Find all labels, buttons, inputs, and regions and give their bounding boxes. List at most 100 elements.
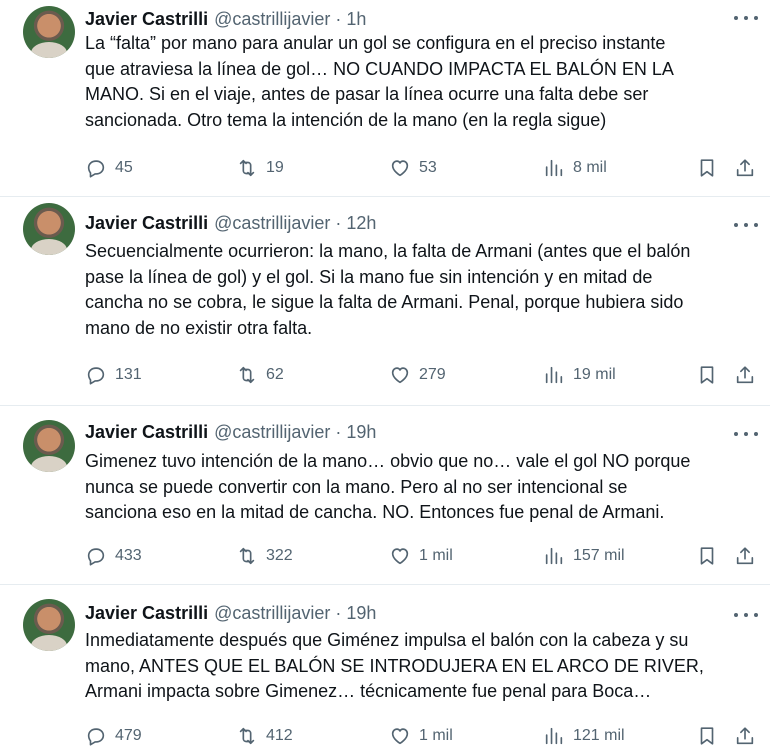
author-handle[interactable]: @castrillijavier: [214, 9, 330, 30]
bookmark-icon: [700, 366, 714, 384]
share-button[interactable]: [734, 154, 756, 182]
tweet-actions: 433 322 1 mil 157 mil: [0, 542, 770, 570]
separator: ·: [335, 421, 342, 442]
reply-icon: [87, 367, 105, 385]
views-button[interactable]: 157 mil: [543, 542, 625, 570]
like-count: 1 mil: [419, 547, 453, 564]
retweet-count: 19: [266, 159, 284, 176]
tweet-text: La “falta” por mano para anular un gol s…: [85, 33, 674, 130]
retweet-button[interactable]: 322: [236, 542, 293, 570]
like-button[interactable]: 279: [389, 361, 446, 389]
tweet[interactable]: Javier Castrilli @castrillijavier · 1h L…: [0, 0, 770, 197]
bookmark-button[interactable]: [696, 361, 718, 389]
like-count: 1 mil: [419, 727, 453, 744]
separator: ·: [335, 602, 342, 623]
reply-count: 131: [115, 366, 142, 383]
reply-button[interactable]: 131: [85, 361, 142, 389]
timestamp[interactable]: 12h: [346, 213, 376, 234]
more-icon[interactable]: [734, 10, 758, 26]
like-button[interactable]: 1 mil: [389, 722, 453, 750]
author-name[interactable]: Javier Castrilli: [85, 213, 208, 234]
share-button[interactable]: [734, 722, 756, 750]
views-icon: [545, 727, 563, 745]
share-button[interactable]: [734, 542, 756, 570]
heart-icon: [391, 160, 409, 177]
views-icon: [545, 366, 563, 384]
timestamp[interactable]: 19h: [346, 422, 376, 443]
share-icon: [736, 727, 754, 745]
author-handle[interactable]: @castrillijavier: [214, 422, 330, 443]
like-button[interactable]: 53: [389, 154, 437, 182]
tweet[interactable]: Javier Castrilli @castrillijavier · 19h …: [0, 585, 770, 746]
retweet-icon: [239, 366, 255, 384]
retweet-count: 62: [266, 366, 284, 383]
tweet-text: Secuencialmente ocurrieron: la mano, la …: [85, 241, 691, 338]
view-count: 19 mil: [573, 366, 616, 383]
retweet-icon: [239, 159, 255, 177]
tweet-header: Javier Castrilli @castrillijavier · 19h: [85, 420, 376, 444]
separator: ·: [335, 212, 342, 233]
author-name[interactable]: Javier Castrilli: [85, 422, 208, 443]
share-icon: [736, 159, 754, 177]
views-icon: [545, 159, 563, 177]
bookmark-icon: [700, 727, 714, 745]
reply-button[interactable]: 479: [85, 722, 142, 750]
tweet-text: Gimenez tuvo intención de la mano… obvio…: [85, 451, 691, 522]
more-icon[interactable]: [734, 426, 758, 442]
avatar[interactable]: [23, 420, 75, 472]
bookmark-button[interactable]: [696, 722, 718, 750]
timestamp[interactable]: 19h: [346, 603, 376, 624]
bookmark-icon: [700, 159, 714, 177]
like-count: 53: [419, 159, 437, 176]
reply-count: 433: [115, 547, 142, 564]
retweet-count: 412: [266, 727, 293, 744]
avatar[interactable]: [23, 6, 75, 58]
like-button[interactable]: 1 mil: [389, 542, 453, 570]
retweet-icon: [239, 727, 255, 745]
like-count: 279: [419, 366, 446, 383]
author-handle[interactable]: @castrillijavier: [214, 603, 330, 624]
more-icon[interactable]: [734, 607, 758, 623]
share-icon: [736, 366, 754, 384]
reply-button[interactable]: 45: [85, 154, 133, 182]
views-button[interactable]: 19 mil: [543, 361, 616, 389]
author-name[interactable]: Javier Castrilli: [85, 603, 208, 624]
more-icon[interactable]: [734, 217, 758, 233]
views-button[interactable]: 121 mil: [543, 722, 625, 750]
retweet-button[interactable]: 412: [236, 722, 293, 750]
tweet-actions: 45 19 53 8 mil: [0, 154, 770, 182]
view-count: 121 mil: [573, 727, 625, 744]
heart-icon: [391, 548, 409, 565]
bookmark-button[interactable]: [696, 154, 718, 182]
view-count: 8 mil: [573, 159, 607, 176]
tweet[interactable]: Javier Castrilli @castrillijavier · 19h …: [0, 406, 770, 585]
bookmark-button[interactable]: [696, 542, 718, 570]
heart-icon: [391, 728, 409, 745]
tweet[interactable]: Javier Castrilli @castrillijavier · 12h …: [0, 197, 770, 406]
reply-button[interactable]: 433: [85, 542, 142, 570]
author-name[interactable]: Javier Castrilli: [85, 9, 208, 30]
views-button[interactable]: 8 mil: [543, 154, 607, 182]
tweet-text: Inmediatamente después que Giménez impul…: [85, 630, 704, 701]
timestamp[interactable]: 1h: [346, 9, 366, 30]
avatar[interactable]: [23, 203, 75, 255]
separator: ·: [335, 8, 342, 29]
retweet-button[interactable]: 62: [236, 361, 284, 389]
reply-icon: [87, 548, 105, 566]
tweet-header: Javier Castrilli @castrillijavier · 12h: [85, 211, 376, 235]
views-icon: [545, 547, 563, 565]
tweet-header: Javier Castrilli @castrillijavier · 19h: [85, 601, 376, 625]
tweet-header: Javier Castrilli @castrillijavier · 1h: [85, 7, 366, 31]
author-handle[interactable]: @castrillijavier: [214, 213, 330, 234]
avatar[interactable]: [23, 599, 75, 651]
tweet-actions: 131 62 279 19 mil: [0, 361, 770, 389]
reply-count: 479: [115, 727, 142, 744]
retweet-button[interactable]: 19: [236, 154, 284, 182]
heart-icon: [391, 367, 409, 384]
reply-icon: [87, 160, 105, 178]
retweet-count: 322: [266, 547, 293, 564]
retweet-icon: [239, 547, 255, 565]
share-button[interactable]: [734, 361, 756, 389]
bookmark-icon: [700, 547, 714, 565]
reply-icon: [87, 728, 105, 746]
